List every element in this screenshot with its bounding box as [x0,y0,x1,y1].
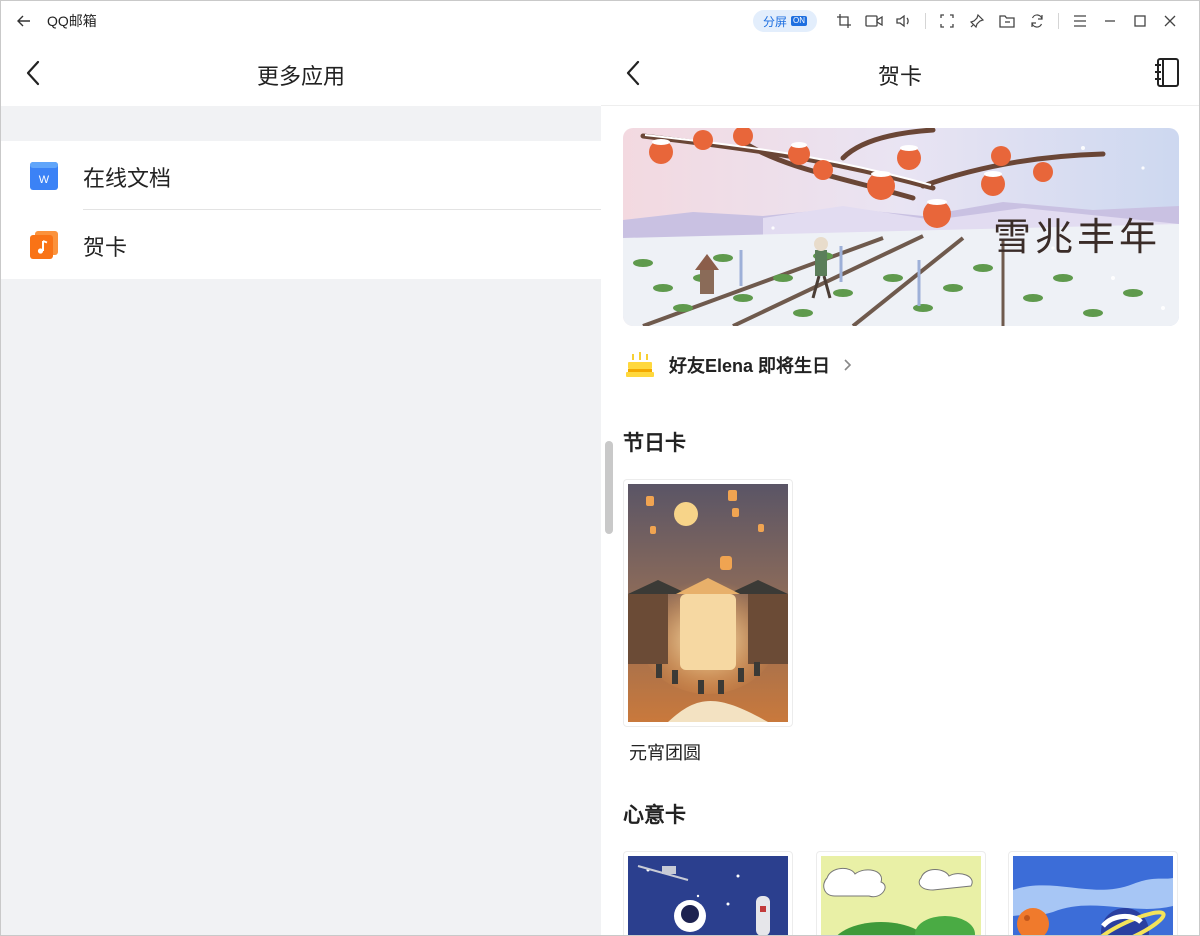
split-screen-button[interactable]: 分屏 ON [752,10,817,32]
split-screen-label: 分屏 [762,14,787,29]
window-title: QQ邮箱 [47,13,97,29]
title-bar: QQ邮箱 分屏 ON [1,1,1199,41]
greeting-card-pane: 贺卡 雪兆丰年 好友Elena 即将生日 节日卡 元宵团圆 心意卡 [601,41,1199,935]
more-apps-pane: 更多应用 W 在线文档 贺卡 [1,41,601,935]
pin-icon[interactable] [966,10,988,32]
greeting-card-header: 贺卡 [601,41,1199,106]
greeting-card-icon [29,230,59,260]
section-title-festival: 节日卡 [623,432,686,455]
folder-icon[interactable] [996,10,1018,32]
page-title: 贺卡 [877,64,922,89]
menu-icon[interactable] [1069,10,1091,32]
card-book-icon[interactable] [1153,57,1181,89]
card-yuanxiao[interactable] [623,479,793,727]
card-planet[interactable] [1008,851,1178,935]
yuanxiao-card-illustration [628,484,788,722]
online-doc-icon: W [29,161,59,191]
svg-text:W: W [39,174,50,186]
space-card-illustration [628,856,788,935]
fullscreen-icon[interactable] [936,10,958,32]
app-item-greeting-card[interactable]: 贺卡 [1,210,601,279]
card-space[interactable] [623,851,793,935]
birthday-text: 好友Elena 即将生日 [669,356,831,376]
refresh-icon[interactable] [1026,10,1048,32]
banner-title: 雪兆丰年 [992,215,1161,259]
app-window: QQ邮箱 分屏 ON 更多应用 W 在线文档 贺卡 贺卡 雪兆丰年 好友Elen… [0,0,1200,936]
cake-icon [625,350,655,380]
toolbar-divider [925,13,926,29]
video-icon[interactable] [863,10,885,32]
app-item-label: 贺卡 [83,235,128,260]
page-title: 更多应用 [256,64,345,89]
app-item-online-doc[interactable]: W 在线文档 [1,141,601,210]
app-item-label: 在线文档 [83,166,172,191]
close-icon[interactable] [1159,10,1181,32]
tree-card-illustration [821,856,981,935]
maximize-icon[interactable] [1129,10,1151,32]
birthday-reminder[interactable]: 好友Elena 即将生日 [623,347,852,383]
volume-icon[interactable] [893,10,915,32]
crop-icon[interactable] [833,10,855,32]
scrollbar-thumb[interactable] [605,441,613,534]
toolbar-divider [1058,13,1059,29]
more-apps-header: 更多应用 [1,41,601,106]
chevron-right-icon [842,358,852,372]
card-tree[interactable] [816,851,986,935]
minimize-icon[interactable] [1099,10,1121,32]
split-screen-badge: ON [791,16,807,26]
window-controls: 分屏 ON [752,1,1185,41]
festival-banner[interactable]: 雪兆丰年 [623,128,1179,326]
planet-card-illustration [1013,856,1173,935]
card-caption: 元宵团圆 [629,743,701,763]
back-arrow-icon[interactable] [13,10,35,32]
app-list: W 在线文档 贺卡 [1,141,601,279]
section-title-heartfelt: 心意卡 [623,804,686,827]
